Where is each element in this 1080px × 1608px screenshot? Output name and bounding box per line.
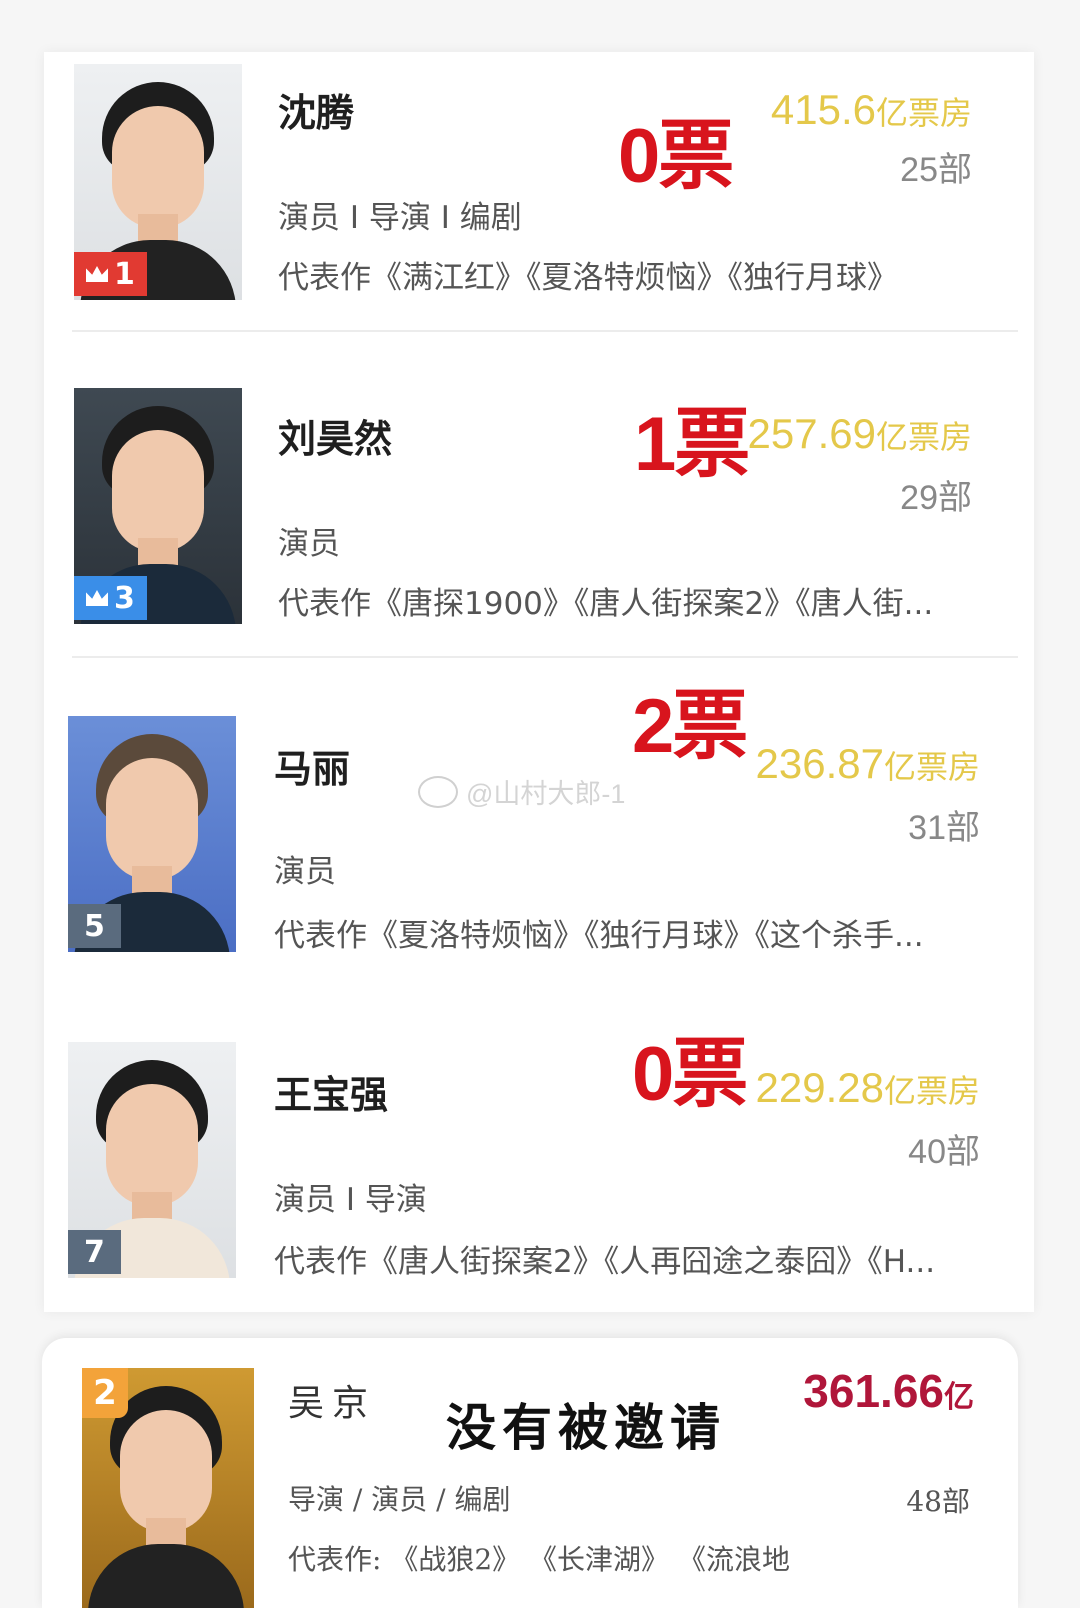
vote-count: 0票 <box>632 1032 748 1117</box>
actor-name: 王宝强 <box>274 1073 389 1117</box>
actor-roles: 导演 / 演员 / 编剧 <box>288 1483 511 1516</box>
list-item-card-4[interactable]: 7 王宝强 演员 I 导演 代表作《唐人街探案2》《人再囧途之泰囧》《H... … <box>44 1032 1034 1312</box>
film-count: 48部 <box>906 1485 970 1518</box>
actor-roles: 演员 <box>278 526 340 562</box>
vote-count: 0票 <box>618 114 734 199</box>
actor-roles: 演员 I 导演 I 编剧 <box>278 200 522 236</box>
avatar: 1 <box>74 64 242 300</box>
avatar: 7 <box>68 1042 236 1278</box>
representative-works: 代表作: 《战狼2》 《长津湖》 《流浪地 <box>288 1543 790 1576</box>
box-office: 236.87亿票房 <box>755 740 980 787</box>
box-office: 257.69亿票房 <box>747 410 972 457</box>
representative-works: 代表作《夏洛特烦恼》《独行月球》《这个杀手... <box>274 918 924 954</box>
vote-count: 1票 <box>634 402 750 487</box>
box-office: 229.28亿票房 <box>755 1064 980 1111</box>
weibo-icon <box>418 775 458 808</box>
list-item-card-3[interactable]: 5 马丽 演员 代表作《夏洛特烦恼》《独行月球》《这个杀手... 2票 236.… <box>44 684 1034 984</box>
rank-badge: 5 <box>68 904 121 948</box>
actor-roles: 演员 <box>274 854 336 890</box>
film-count: 40部 <box>908 1133 980 1171</box>
crown-icon <box>86 266 108 282</box>
rank-badge: 1 <box>74 252 147 296</box>
representative-works: 代表作《唐探1900》《唐人街探案2》《唐人街... <box>278 586 934 622</box>
representative-works: 代表作《唐人街探案2》《人再囧途之泰囧》《H... <box>274 1244 936 1280</box>
list-item-card-1[interactable]: 1 沈腾 演员 I 导演 I 编剧 代表作《满江红》《夏洛特烦恼》《独行月球》 … <box>44 52 1034 332</box>
actor-roles: 演员 I 导演 <box>274 1182 427 1218</box>
avatar: 5 <box>68 716 236 952</box>
box-office: 415.6亿票房 <box>770 86 972 133</box>
actor-name: 马丽 <box>274 747 351 791</box>
rank-badge: 7 <box>68 1230 121 1274</box>
vote-count: 2票 <box>632 684 748 769</box>
avatar: 3 <box>74 388 242 624</box>
box-office: 361.66亿 <box>803 1365 974 1417</box>
actor-name: 刘昊然 <box>278 417 393 461</box>
list-item-card-2[interactable]: 3 刘昊然 演员 代表作《唐探1900》《唐人街探案2》《唐人街... 1票 2… <box>44 378 1034 658</box>
list-item-card-bottom[interactable]: 2 吴京 没有被邀请 361.66亿 导演 / 演员 / 编剧 48部 代表作:… <box>42 1338 1018 1608</box>
actor-name: 沈腾 <box>278 91 355 135</box>
rank-badge: 3 <box>74 576 147 620</box>
rank-badge: 2 <box>82 1368 128 1418</box>
weibo-watermark: @山村大郎-1 <box>418 772 625 811</box>
representative-works: 代表作《满江红》《夏洛特烦恼》《独行月球》 <box>278 260 898 296</box>
caption-overlay: 没有被邀请 <box>446 1398 726 1457</box>
film-count: 31部 <box>908 809 980 847</box>
actor-name: 吴京 <box>288 1383 377 1424</box>
crown-icon <box>86 590 108 606</box>
film-count: 25部 <box>900 151 972 189</box>
film-count: 29部 <box>900 479 972 517</box>
